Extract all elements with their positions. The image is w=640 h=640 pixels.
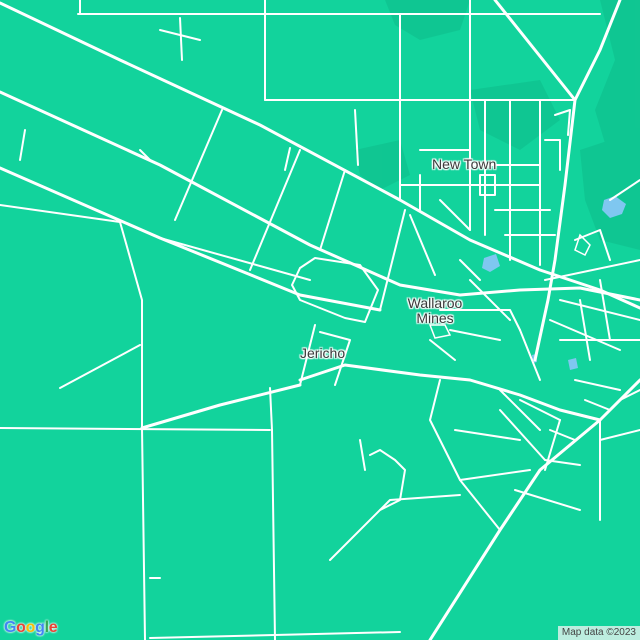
highway-south — [428, 378, 640, 640]
pond — [482, 254, 500, 272]
google-logo[interactable]: Google — [4, 619, 58, 637]
highway-ne — [493, 0, 577, 362]
logo-letter: g — [35, 619, 45, 636]
pond-small — [568, 358, 578, 370]
logo-letter: o — [16, 619, 26, 636]
terrain-shading — [355, 0, 640, 250]
place-label-wallaroo-mines: Wallaroo Mines — [402, 296, 468, 326]
logo-letter: G — [4, 619, 17, 636]
place-label-new-town: New Town — [432, 156, 497, 172]
map-canvas[interactable] — [0, 0, 640, 640]
jericho-road — [298, 363, 602, 422]
logo-letter: e — [48, 619, 58, 636]
railway-diagonal — [0, 1, 640, 310]
place-label-line1: Wallaroo — [407, 295, 463, 311]
place-label-jericho: Jericho — [300, 345, 346, 361]
logo-letter: o — [25, 619, 36, 636]
place-label-line2: Mines — [416, 310, 454, 326]
western-road — [140, 383, 302, 430]
map-attribution[interactable]: Map data ©2023 — [557, 626, 640, 640]
